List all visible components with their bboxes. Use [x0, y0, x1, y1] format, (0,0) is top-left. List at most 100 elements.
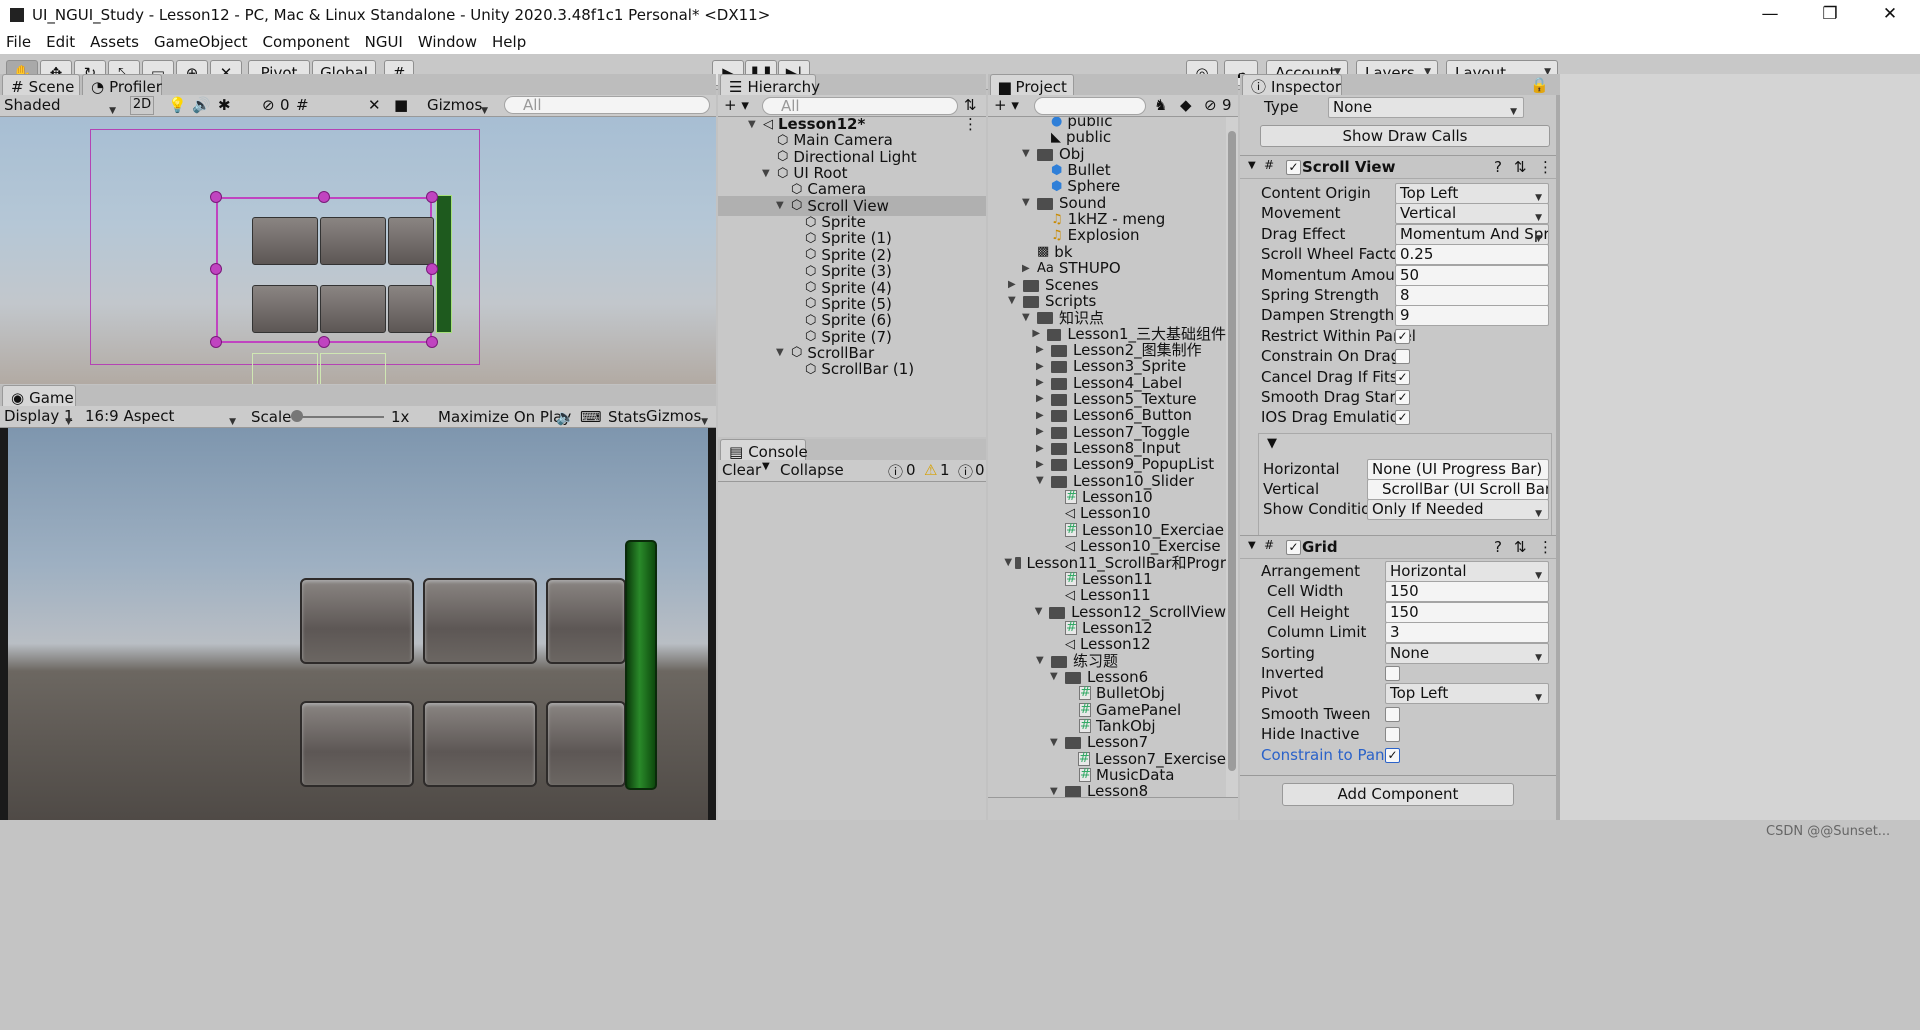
game-sprite[interactable] — [300, 701, 414, 787]
stats-toggle[interactable]: Stats — [608, 408, 646, 426]
game-sprite[interactable] — [423, 578, 537, 664]
scene-sprite[interactable] — [388, 217, 434, 265]
hierarchy-search-input[interactable]: All — [762, 97, 958, 115]
expand-arrow-icon[interactable]: ▶ — [1022, 263, 1034, 274]
help-icon[interactable]: ? — [1494, 158, 1502, 176]
grid-fold-arrow-icon[interactable]: ▼ — [1248, 540, 1256, 551]
property-dropdown[interactable]: None — [1385, 642, 1549, 664]
expand-arrow-icon[interactable]: ▼ — [1036, 475, 1048, 486]
effects-icon[interactable]: ✱ — [218, 96, 231, 114]
menu-edit[interactable]: Edit — [46, 33, 75, 51]
maximize-button[interactable]: ❐ — [1802, 0, 1858, 30]
menu-help[interactable]: Help — [492, 33, 526, 51]
grid-component-header[interactable]: ▼ # ✓ Grid ? ⇅ ⋮ — [1240, 535, 1556, 559]
lock-icon[interactable]: 🔒 — [1530, 76, 1549, 94]
mute-audio-icon[interactable]: 🔈 — [556, 408, 575, 426]
grid-help-icon[interactable]: ? — [1494, 538, 1502, 556]
menu-assets[interactable]: Assets — [90, 33, 139, 51]
property-dropdown[interactable]: Top Left — [1395, 183, 1549, 204]
scene-sprite[interactable] — [252, 217, 318, 265]
scene-sprite[interactable] — [320, 217, 386, 265]
resize-handle[interactable] — [426, 336, 438, 348]
menu-ngui[interactable]: NGUI — [365, 33, 403, 51]
scene-sprite[interactable] — [320, 285, 386, 333]
property-dropdown[interactable]: Vertical — [1395, 203, 1549, 225]
expand-arrow-icon[interactable]: ▼ — [1035, 606, 1047, 617]
hidden-packages-icon[interactable]: ⊘ — [1204, 96, 1217, 114]
hierarchy-row[interactable]: ⬡ ScrollBar (1) — [718, 359, 986, 379]
expand-arrow-icon[interactable]: ▼ — [1022, 197, 1034, 208]
property-checkbox[interactable]: ✓ — [1395, 390, 1410, 405]
expand-arrow-icon[interactable]: ▶ — [1036, 426, 1048, 437]
expand-arrow-icon[interactable]: ▼ — [1008, 295, 1020, 306]
property-checkbox[interactable]: ✓ — [1395, 410, 1410, 426]
property-checkbox[interactable] — [1395, 349, 1410, 365]
expand-arrow-icon[interactable]: ▶ — [1036, 361, 1048, 372]
expand-arrow-icon[interactable]: ▼ — [1036, 655, 1048, 666]
hidden-objects-icon[interactable]: ⊘ — [262, 96, 275, 114]
grid-enabled-checkbox[interactable]: ✓ — [1286, 540, 1301, 555]
game-scrollbar[interactable] — [625, 540, 657, 790]
presets-icon[interactable]: ⇅ — [1514, 158, 1527, 176]
property-input[interactable]: 8 — [1395, 285, 1549, 306]
scale-slider[interactable] — [292, 416, 384, 418]
property-checkbox[interactable] — [1385, 727, 1400, 743]
game-sprite[interactable] — [423, 701, 537, 787]
scene-sprite[interactable] — [252, 285, 318, 333]
resize-handle[interactable] — [318, 191, 330, 203]
tools-icon[interactable]: ✕ — [368, 96, 381, 114]
kebab-menu-icon[interactable]: ⋮ — [1538, 158, 1553, 176]
scroll-view-enabled-checkbox[interactable]: ✓ — [1286, 160, 1301, 175]
show-condition-dropdown[interactable]: Only If Needed — [1367, 499, 1549, 520]
resize-handle[interactable] — [426, 191, 438, 203]
project-row[interactable]: ▼ Lesson8 — [988, 781, 1226, 797]
property-checkbox[interactable] — [1385, 666, 1400, 681]
fold-arrow-icon[interactable]: ▼ — [1248, 160, 1256, 171]
property-input[interactable]: 150 — [1385, 601, 1549, 623]
scene-sprite[interactable] — [388, 285, 434, 333]
maximize-on-play-toggle[interactable]: Maximize On Play — [438, 408, 571, 426]
grid-toggle-icon[interactable]: # — [296, 96, 309, 114]
console-clear-button[interactable]: Clear — [722, 461, 761, 479]
clear-options-dropdown[interactable]: ▼ — [762, 461, 770, 472]
search-by-type-icon[interactable]: ♞ — [1154, 96, 1167, 114]
expand-arrow-icon[interactable]: ▼ — [1004, 557, 1012, 568]
menu-file[interactable]: File — [6, 33, 31, 51]
create-plus-icon[interactable]: + ▾ — [724, 96, 749, 114]
keyboard-icon[interactable]: ⌨ — [580, 408, 602, 426]
lighting-icon[interactable]: 💡 — [168, 96, 187, 114]
property-dropdown[interactable]: Horizontal — [1385, 561, 1549, 582]
close-button[interactable]: ✕ — [1862, 0, 1918, 30]
resize-handle[interactable] — [210, 336, 222, 348]
expand-arrow-icon[interactable]: ▼ — [1050, 671, 1062, 682]
property-checkbox[interactable]: ✓ — [1395, 328, 1410, 344]
menu-component[interactable]: Component — [263, 33, 350, 51]
expand-arrow-icon[interactable]: ▼ — [776, 200, 788, 211]
expand-arrow-icon[interactable]: ▼ — [1022, 148, 1034, 159]
property-input[interactable]: 50 — [1395, 264, 1549, 286]
resize-handle[interactable] — [318, 336, 330, 348]
scene-scrollbar[interactable] — [436, 195, 452, 333]
shading-dropdown[interactable]: Shaded — [2, 95, 122, 121]
camera-icon[interactable]: ■ — [394, 96, 408, 114]
console-collapse-toggle[interactable]: Collapse — [780, 461, 844, 479]
game-view[interactable] — [8, 428, 708, 820]
property-checkbox[interactable]: ✓ — [1395, 369, 1410, 385]
gizmos-dropdown[interactable]: Gizmos — [424, 95, 494, 121]
property-checkbox[interactable]: ✓ — [1385, 747, 1400, 763]
expand-arrow-icon[interactable]: ▶ — [1036, 393, 1048, 404]
expand-arrow-icon[interactable]: ▼ — [1022, 312, 1034, 323]
expand-arrow-icon[interactable]: ▶ — [1036, 344, 1048, 355]
scene-search-input[interactable]: All — [504, 96, 710, 114]
expand-arrow-icon[interactable]: ▶ — [1032, 328, 1043, 339]
game-sprite[interactable] — [546, 701, 626, 787]
resize-handle[interactable] — [210, 263, 222, 275]
expand-arrow-icon[interactable]: ▶ — [1036, 410, 1048, 421]
grid-kebab-menu-icon[interactable]: ⋮ — [1538, 538, 1553, 556]
toggle-2d-button[interactable]: 2D — [130, 96, 154, 115]
game-sprite[interactable] — [546, 578, 626, 664]
search-by-label-icon[interactable]: ◆ — [1180, 96, 1192, 114]
type-dropdown[interactable]: None — [1328, 97, 1524, 118]
resize-handle[interactable] — [426, 263, 438, 275]
property-input[interactable]: 9 — [1395, 305, 1549, 327]
